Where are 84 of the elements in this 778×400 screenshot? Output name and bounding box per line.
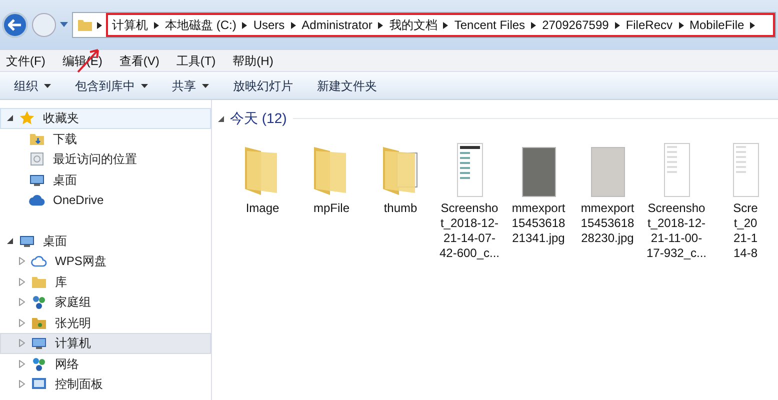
collapse-arrow-icon[interactable] [5,115,15,122]
expand-arrow-icon[interactable] [17,278,27,286]
sidebar-item[interactable]: 桌面 [0,230,211,251]
dropdown-caret-icon[interactable] [60,22,68,28]
menu-item[interactable]: 工具(T) [174,52,218,70]
expand-arrow-icon[interactable] [17,360,27,368]
breadcrumb-item[interactable]: Users [253,16,285,34]
recent-places-icon [29,151,45,168]
caret-icon[interactable] [290,22,296,28]
file-name: mmexport 15453618 28230.jpg [580,201,634,246]
file-name: Screensho t_2018-12- 21-11-00- 17-932_c... [646,201,707,261]
caret-icon[interactable] [378,22,384,28]
file-item[interactable]: Image [230,137,295,261]
file-item[interactable]: thumb [368,137,433,261]
expand-arrow-icon[interactable] [17,380,27,388]
file-name: Scre t_20 21-1 14-8 [733,201,758,261]
cloud-icon [31,253,47,270]
sidebar-item[interactable]: 控制面板 [0,374,211,394]
caret-icon[interactable] [750,22,756,28]
star-icon [19,110,35,126]
sidebar-item[interactable]: 张光明 [0,312,211,333]
back-arrow-icon [8,19,22,31]
file-name: thumb [384,201,418,216]
photo-thumbnail [522,147,556,197]
breadcrumb-item[interactable]: 计算机 [112,16,148,34]
photo-thumbnail [590,147,624,197]
collapse-arrow-icon[interactable] [218,116,224,122]
menu-item[interactable]: 帮助(H) [230,52,276,70]
computer-icon [31,335,47,352]
group-header[interactable]: 今天 (12) [230,108,287,129]
caret-icon[interactable] [154,22,159,28]
folder-icon [77,17,93,33]
collapse-arrow-icon[interactable] [5,238,15,244]
sidebar-item[interactable]: OneDrive [0,190,211,210]
sidebar-item[interactable]: 下载 [0,128,211,149]
breadcrumb-item[interactable]: 2709267599 [542,16,609,34]
caret-icon[interactable] [443,22,448,28]
address-field[interactable]: 计算机 本地磁盘 (C:) Users Administrator 我的文档 Tencent Files 2709267599 FileRecv MobileFile [72,12,776,38]
toolbar-button[interactable]: 新建文件夹 [317,76,377,94]
file-item[interactable]: Screensho t_2018-12- 21-11-00- 17-932_c... [644,137,709,261]
breadcrumb-item[interactable]: Tencent Files [454,16,526,34]
file-name: mmexport 15453618 21341.jpg [512,201,566,246]
breadcrumb-item[interactable]: 本地磁盘 (C:) [165,16,236,34]
toolbar-button[interactable]: 放映幻灯片 [233,76,293,94]
breadcrumb-item[interactable]: MobileFile [690,16,744,34]
caret-icon[interactable] [531,22,536,28]
back-button[interactable] [2,12,28,38]
file-item[interactable]: mmexport 15453618 28230.jpg [575,137,640,261]
sidebar-item[interactable]: WPS网盘 [0,251,211,272]
breadcrumb-item[interactable]: FileRecv [626,16,672,34]
file-name: Image [246,201,280,216]
sidebar-item[interactable]: 网络 [0,354,211,374]
toolbar-button[interactable]: 组织 [14,76,51,94]
breadcrumb-item[interactable]: 我的文档 [389,16,438,34]
homegroup-icon [31,294,47,310]
file-name: Screensho t_2018-12- 21-14-07- 42-600_c... [439,201,500,261]
cloud-icon [29,192,45,208]
file-name: mpFile [313,201,350,216]
caret-icon[interactable] [614,22,620,28]
expand-arrow-icon[interactable] [17,298,27,306]
expand-arrow-icon[interactable] [17,318,27,327]
screenshot-thumbnail [732,143,758,197]
toolbar-button[interactable]: 包含到库中 [75,76,148,94]
menu-item[interactable]: 查看(V) [117,52,162,70]
sidebar-item[interactable]: 最近访问的位置 [0,149,211,170]
breadcrumb-item[interactable]: Administrator [302,16,372,34]
menu-item[interactable]: 文件(F) [4,52,48,70]
caret-icon[interactable] [242,22,248,28]
file-item[interactable]: mmexport 15453618 21341.jpg [506,137,571,261]
caret-icon[interactable] [678,22,684,28]
file-item[interactable]: Scre t_20 21-1 14-8 [713,137,778,261]
sidebar-item[interactable]: 收藏夹 [0,108,211,128]
sidebar-item[interactable]: 计算机 [0,333,211,354]
file-item[interactable]: Screensho t_2018-12- 21-14-07- 42-600_c... [437,137,502,261]
sidebar-item[interactable]: 桌面 [0,170,211,190]
network-icon [31,356,47,372]
caret-icon [97,22,102,28]
screenshot-thumbnail [456,143,482,197]
screenshot-thumbnail [664,143,690,197]
expand-arrow-icon[interactable] [17,257,27,266]
sidebar-item[interactable]: 库 [0,272,211,292]
sidebar-item[interactable]: 家庭组 [0,292,211,312]
file-item[interactable]: mpFile [299,137,364,261]
toolbar-button[interactable]: 共享 [172,76,209,94]
